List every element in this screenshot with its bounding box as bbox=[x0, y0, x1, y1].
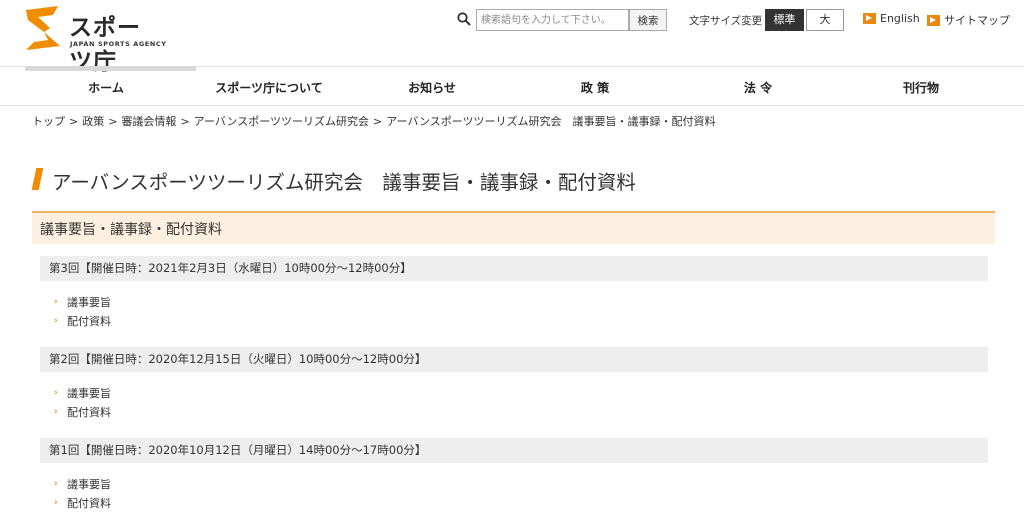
nav-item-about[interactable]: スポーツ庁について bbox=[215, 79, 322, 96]
arrow-right-icon bbox=[927, 14, 940, 26]
page-title: アーバンスポーツツーリズム研究会 議事要旨・議事録・配付資料 bbox=[52, 171, 636, 194]
sitemap-link-label: サイトマップ bbox=[944, 14, 1010, 27]
arrow-right-icon bbox=[863, 13, 876, 24]
list-item: › 議事要旨 bbox=[40, 292, 988, 311]
nav-item-law[interactable]: 法 令 bbox=[744, 79, 772, 96]
breadcrumb-separator: > bbox=[108, 115, 118, 128]
nav-active-indicator bbox=[25, 66, 196, 71]
chevron-right-icon: › bbox=[54, 316, 58, 326]
materials-link[interactable]: 配付資料 bbox=[67, 313, 111, 329]
breadcrumb-separator: > bbox=[373, 115, 383, 128]
meeting-heading: 第2回【開催日時：2020年12月15日（火曜日）10時00分～12時00分】 bbox=[40, 347, 988, 372]
chevron-right-icon: › bbox=[54, 388, 58, 398]
font-size-large-button[interactable]: 大 bbox=[806, 9, 844, 31]
nav-item-policy[interactable]: 政 策 bbox=[581, 79, 609, 96]
meeting-block: 第3回【開催日時：2021年2月3日（水曜日）10時00分～12時00分】 › 議… bbox=[40, 256, 988, 330]
meeting-heading: 第1回【開催日時：2020年10月12日（月曜日）14時00分～17時00分】 bbox=[40, 438, 988, 463]
global-nav: ホーム スポーツ庁について お知らせ 政 策 法 令 刊行物 bbox=[0, 66, 1024, 106]
search-button[interactable]: 検索 bbox=[629, 9, 667, 31]
search-input[interactable] bbox=[476, 9, 629, 31]
list-item: › 配付資料 bbox=[40, 493, 988, 512]
nav-item-news[interactable]: お知らせ bbox=[408, 79, 456, 96]
english-link-label: English bbox=[880, 12, 920, 25]
sitemap-link[interactable]: サイトマップ bbox=[927, 12, 1010, 28]
breadcrumb-separator: > bbox=[69, 115, 79, 128]
site-header: スポーツ庁 JAPAN SPORTS AGENCY 検索 文字サイズ変更 標準 … bbox=[0, 0, 1024, 75]
list-item: › 配付資料 bbox=[40, 311, 988, 330]
meeting-block: 第1回【開催日時：2020年10月12日（月曜日）14時00分～17時00分】 … bbox=[40, 438, 988, 512]
logo-subtitle: JAPAN SPORTS AGENCY bbox=[70, 40, 167, 48]
section-title: 議事要旨・議事録・配付資料 bbox=[40, 222, 222, 238]
breadcrumb-top[interactable]: トップ bbox=[32, 115, 65, 128]
search-icon bbox=[457, 12, 471, 26]
section-header: 議事要旨・議事録・配付資料 bbox=[32, 211, 995, 244]
logo-mark-icon bbox=[26, 6, 60, 50]
title-accent-bar bbox=[31, 168, 44, 190]
materials-link[interactable]: 配付資料 bbox=[67, 495, 111, 511]
meeting-heading: 第3回【開催日時：2021年2月3日（水曜日）10時00分～12時00分】 bbox=[40, 256, 988, 281]
summary-link[interactable]: 議事要旨 bbox=[67, 385, 111, 401]
breadcrumb-council[interactable]: 審議会情報 bbox=[121, 115, 176, 128]
document-link-list: › 議事要旨 › 配付資料 bbox=[40, 383, 988, 421]
breadcrumb-current: アーバンスポーツツーリズム研究会 議事要旨・議事録・配付資料 bbox=[386, 115, 716, 128]
chevron-right-icon: › bbox=[54, 498, 58, 508]
font-size-standard-button[interactable]: 標準 bbox=[765, 9, 804, 31]
breadcrumb-policy[interactable]: 政策 bbox=[82, 115, 104, 128]
nav-item-publications[interactable]: 刊行物 bbox=[903, 79, 939, 96]
breadcrumb-study-group[interactable]: アーバンスポーツツーリズム研究会 bbox=[194, 115, 369, 128]
nav-item-home[interactable]: ホーム bbox=[88, 79, 124, 96]
english-link[interactable]: English bbox=[863, 12, 920, 25]
site-logo[interactable]: スポーツ庁 JAPAN SPORTS AGENCY bbox=[24, 6, 167, 75]
chevron-right-icon: › bbox=[54, 479, 58, 489]
document-link-list: › 議事要旨 › 配付資料 bbox=[40, 474, 988, 512]
document-link-list: › 議事要旨 › 配付資料 bbox=[40, 292, 988, 330]
breadcrumb-separator: > bbox=[180, 115, 190, 128]
chevron-right-icon: › bbox=[54, 297, 58, 307]
list-item: › 議事要旨 bbox=[40, 383, 988, 402]
materials-link[interactable]: 配付資料 bbox=[67, 404, 111, 420]
font-size-label: 文字サイズ変更 bbox=[689, 15, 763, 27]
breadcrumb: トップ > 政策 > 審議会情報 > アーバンスポーツツーリズム研究会 > アーバンスポーツツー… bbox=[32, 113, 716, 129]
list-item: › 配付資料 bbox=[40, 402, 988, 421]
list-item: › 議事要旨 bbox=[40, 474, 988, 493]
summary-link[interactable]: 議事要旨 bbox=[67, 476, 111, 492]
meeting-block: 第2回【開催日時：2020年12月15日（火曜日）10時00分～12時00分】 … bbox=[40, 347, 988, 421]
summary-link[interactable]: 議事要旨 bbox=[67, 294, 111, 310]
chevron-right-icon: › bbox=[54, 407, 58, 417]
